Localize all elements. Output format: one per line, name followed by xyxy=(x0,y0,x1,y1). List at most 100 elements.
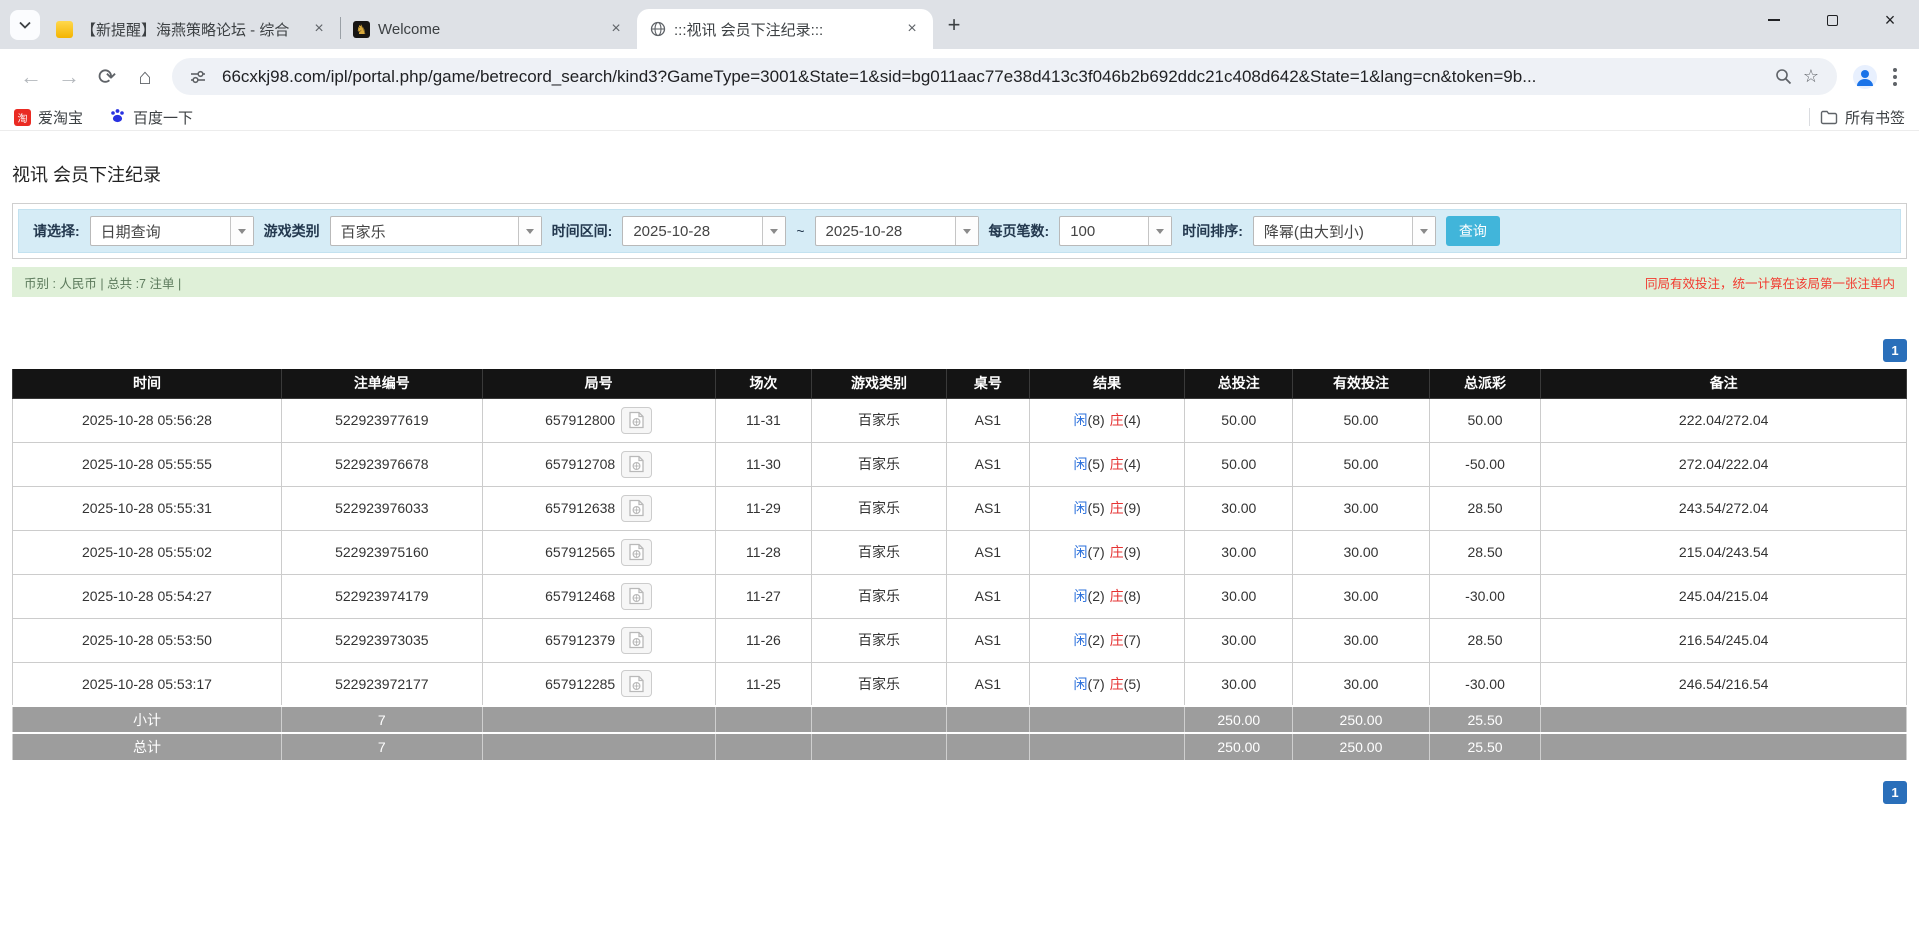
close-tab-icon[interactable]: × xyxy=(308,18,330,40)
close-window-button[interactable]: × xyxy=(1861,0,1919,40)
round-number-cell: 657912379 xyxy=(482,618,715,662)
table-row: 2025-10-28 05:53:17 522923972177 6579122… xyxy=(13,662,1907,706)
table-number: AS1 xyxy=(946,442,1029,486)
browser-menu-button[interactable] xyxy=(1883,62,1907,92)
zoom-icon[interactable] xyxy=(1769,63,1797,91)
table-row: 2025-10-28 05:56:28 522923977619 6579128… xyxy=(13,398,1907,442)
round-number: 657912638 xyxy=(545,500,615,516)
total-count: 7 xyxy=(281,733,482,760)
valid-bet: 30.00 xyxy=(1293,662,1429,706)
folder-icon xyxy=(1820,110,1838,125)
game-category: 百家乐 xyxy=(812,442,946,486)
page-size-select[interactable]: 100 xyxy=(1059,216,1172,246)
round-number: 657912800 xyxy=(545,412,615,428)
currency-summary: 币别 : 人民币 | 总共 :7 注单 | xyxy=(24,273,181,292)
video-replay-button[interactable] xyxy=(621,627,652,654)
bet-id: 522923976678 xyxy=(281,442,482,486)
table-number: AS1 xyxy=(946,398,1029,442)
close-tab-icon[interactable]: × xyxy=(901,18,923,40)
bet-id: 522923974179 xyxy=(281,574,482,618)
home-button[interactable]: ⌂ xyxy=(126,58,164,96)
video-replay-button[interactable] xyxy=(621,407,652,434)
forward-button[interactable]: → xyxy=(50,58,88,96)
banker-points: (7) xyxy=(1124,632,1141,648)
session-number: 11-25 xyxy=(715,662,812,706)
banker-result-label: 庄 xyxy=(1110,544,1124,560)
session-number: 11-27 xyxy=(715,574,812,618)
remark: 246.54/216.54 xyxy=(1541,662,1907,706)
chevron-down-icon xyxy=(19,21,31,29)
profile-avatar[interactable] xyxy=(1847,59,1883,95)
result-cell: 闲(5)庄(4) xyxy=(1030,442,1185,486)
round-number: 657912708 xyxy=(545,456,615,472)
page-1-button[interactable]: 1 xyxy=(1883,781,1907,804)
time-sort-select[interactable]: 降幂(由大到小) xyxy=(1253,216,1436,246)
payout: -50.00 xyxy=(1429,442,1541,486)
bookmark-label: 百度一下 xyxy=(133,107,193,128)
chevron-down-icon xyxy=(955,217,978,245)
banker-result-label: 庄 xyxy=(1110,500,1124,516)
maximize-button[interactable] xyxy=(1803,0,1861,40)
summary-bar: 币别 : 人民币 | 总共 :7 注单 | 同局有效投注，统一计算在该局第一张注… xyxy=(12,267,1907,297)
bet-id: 522923976033 xyxy=(281,486,482,530)
player-result-label: 闲 xyxy=(1074,412,1088,428)
back-button[interactable]: ← xyxy=(12,58,50,96)
search-button[interactable]: 查询 xyxy=(1446,216,1500,246)
minimize-button[interactable] xyxy=(1745,0,1803,40)
tab-search-button[interactable] xyxy=(10,10,40,40)
address-bar[interactable]: 66cxkj98.com/ipl/portal.php/game/betreco… xyxy=(172,58,1837,95)
total-bet: 30.00 xyxy=(1185,574,1293,618)
total-payout: 25.50 xyxy=(1429,733,1541,760)
star-icon[interactable]: ☆ xyxy=(1797,63,1825,91)
banker-result-label: 庄 xyxy=(1110,676,1124,692)
col-remark: 备注 xyxy=(1541,369,1907,398)
tab-bet-record[interactable]: :::视讯 会员下注纪录::: × xyxy=(637,9,933,49)
game-category: 百家乐 xyxy=(812,618,946,662)
video-replay-button[interactable] xyxy=(621,583,652,610)
site-settings-icon[interactable] xyxy=(184,63,212,91)
video-replay-icon xyxy=(628,455,645,473)
session-number: 11-26 xyxy=(715,618,812,662)
tab-forum[interactable]: 【新提醒】海燕策略论坛 - 综合 × xyxy=(44,9,340,49)
video-replay-button[interactable] xyxy=(621,670,652,697)
table-number: AS1 xyxy=(946,486,1029,530)
banker-points: (9) xyxy=(1124,544,1141,560)
remark: 272.04/222.04 xyxy=(1541,442,1907,486)
time-sort-label: 时间排序: xyxy=(1182,221,1243,241)
bet-time: 2025-10-28 05:55:02 xyxy=(13,530,282,574)
video-replay-button[interactable] xyxy=(621,539,652,566)
player-points: (7) xyxy=(1088,544,1105,560)
bookmark-taobao[interactable]: 淘 爱淘宝 xyxy=(14,107,83,128)
total-bet: 50.00 xyxy=(1185,442,1293,486)
session-number: 11-28 xyxy=(715,530,812,574)
payout: 28.50 xyxy=(1429,486,1541,530)
date-from-picker[interactable]: 2025-10-28 xyxy=(622,216,786,246)
reload-button[interactable]: ⟳ xyxy=(88,58,126,96)
payout: 28.50 xyxy=(1429,618,1541,662)
date-to-picker[interactable]: 2025-10-28 xyxy=(815,216,979,246)
query-type-select[interactable]: 日期查询 xyxy=(90,216,254,246)
table-number: AS1 xyxy=(946,662,1029,706)
game-category: 百家乐 xyxy=(812,574,946,618)
video-replay-button[interactable] xyxy=(621,495,652,522)
round-number-cell: 657912708 xyxy=(482,442,715,486)
game-category-select[interactable]: 百家乐 xyxy=(330,216,542,246)
all-bookmarks-button[interactable]: 所有书签 xyxy=(1820,107,1905,128)
video-replay-button[interactable] xyxy=(621,451,652,478)
new-tab-button[interactable]: + xyxy=(939,10,969,40)
bet-time: 2025-10-28 05:53:17 xyxy=(13,662,282,706)
tab-title: :::视讯 会员下注纪录::: xyxy=(674,19,893,40)
bookmarks-bar: 淘 爱淘宝 百度一下 所有书签 xyxy=(0,104,1919,131)
tab-welcome[interactable]: ♞ Welcome × xyxy=(341,9,637,49)
bookmark-label: 爱淘宝 xyxy=(38,107,83,128)
bookmark-baidu[interactable]: 百度一下 xyxy=(109,107,193,128)
session-number: 11-31 xyxy=(715,398,812,442)
result-cell: 闲(8)庄(4) xyxy=(1030,398,1185,442)
result-cell: 闲(7)庄(9) xyxy=(1030,530,1185,574)
col-total-bet: 总投注 xyxy=(1185,369,1293,398)
close-tab-icon[interactable]: × xyxy=(605,18,627,40)
remark: 222.04/272.04 xyxy=(1541,398,1907,442)
player-points: (2) xyxy=(1088,632,1105,648)
chevron-down-icon xyxy=(1148,217,1171,245)
page-1-button[interactable]: 1 xyxy=(1883,339,1907,362)
